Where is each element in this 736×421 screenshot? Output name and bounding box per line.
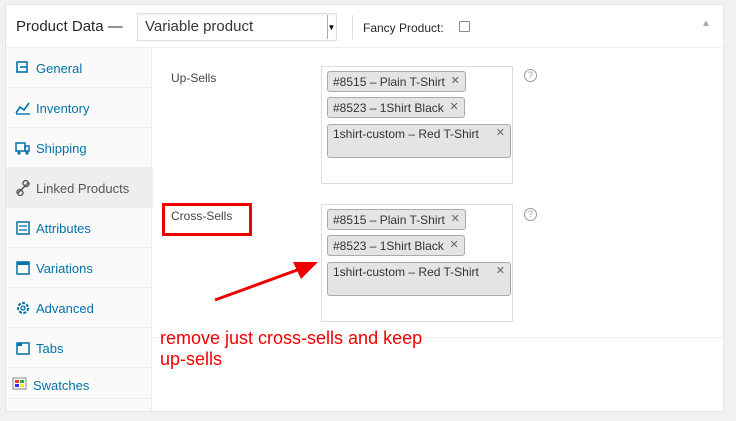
annotation-line: up-sells [160,349,223,369]
annotation-line: remove just cross-sells and keep [160,328,423,348]
annotation-note: remove just cross-sells and keep up-sell… [160,328,422,370]
